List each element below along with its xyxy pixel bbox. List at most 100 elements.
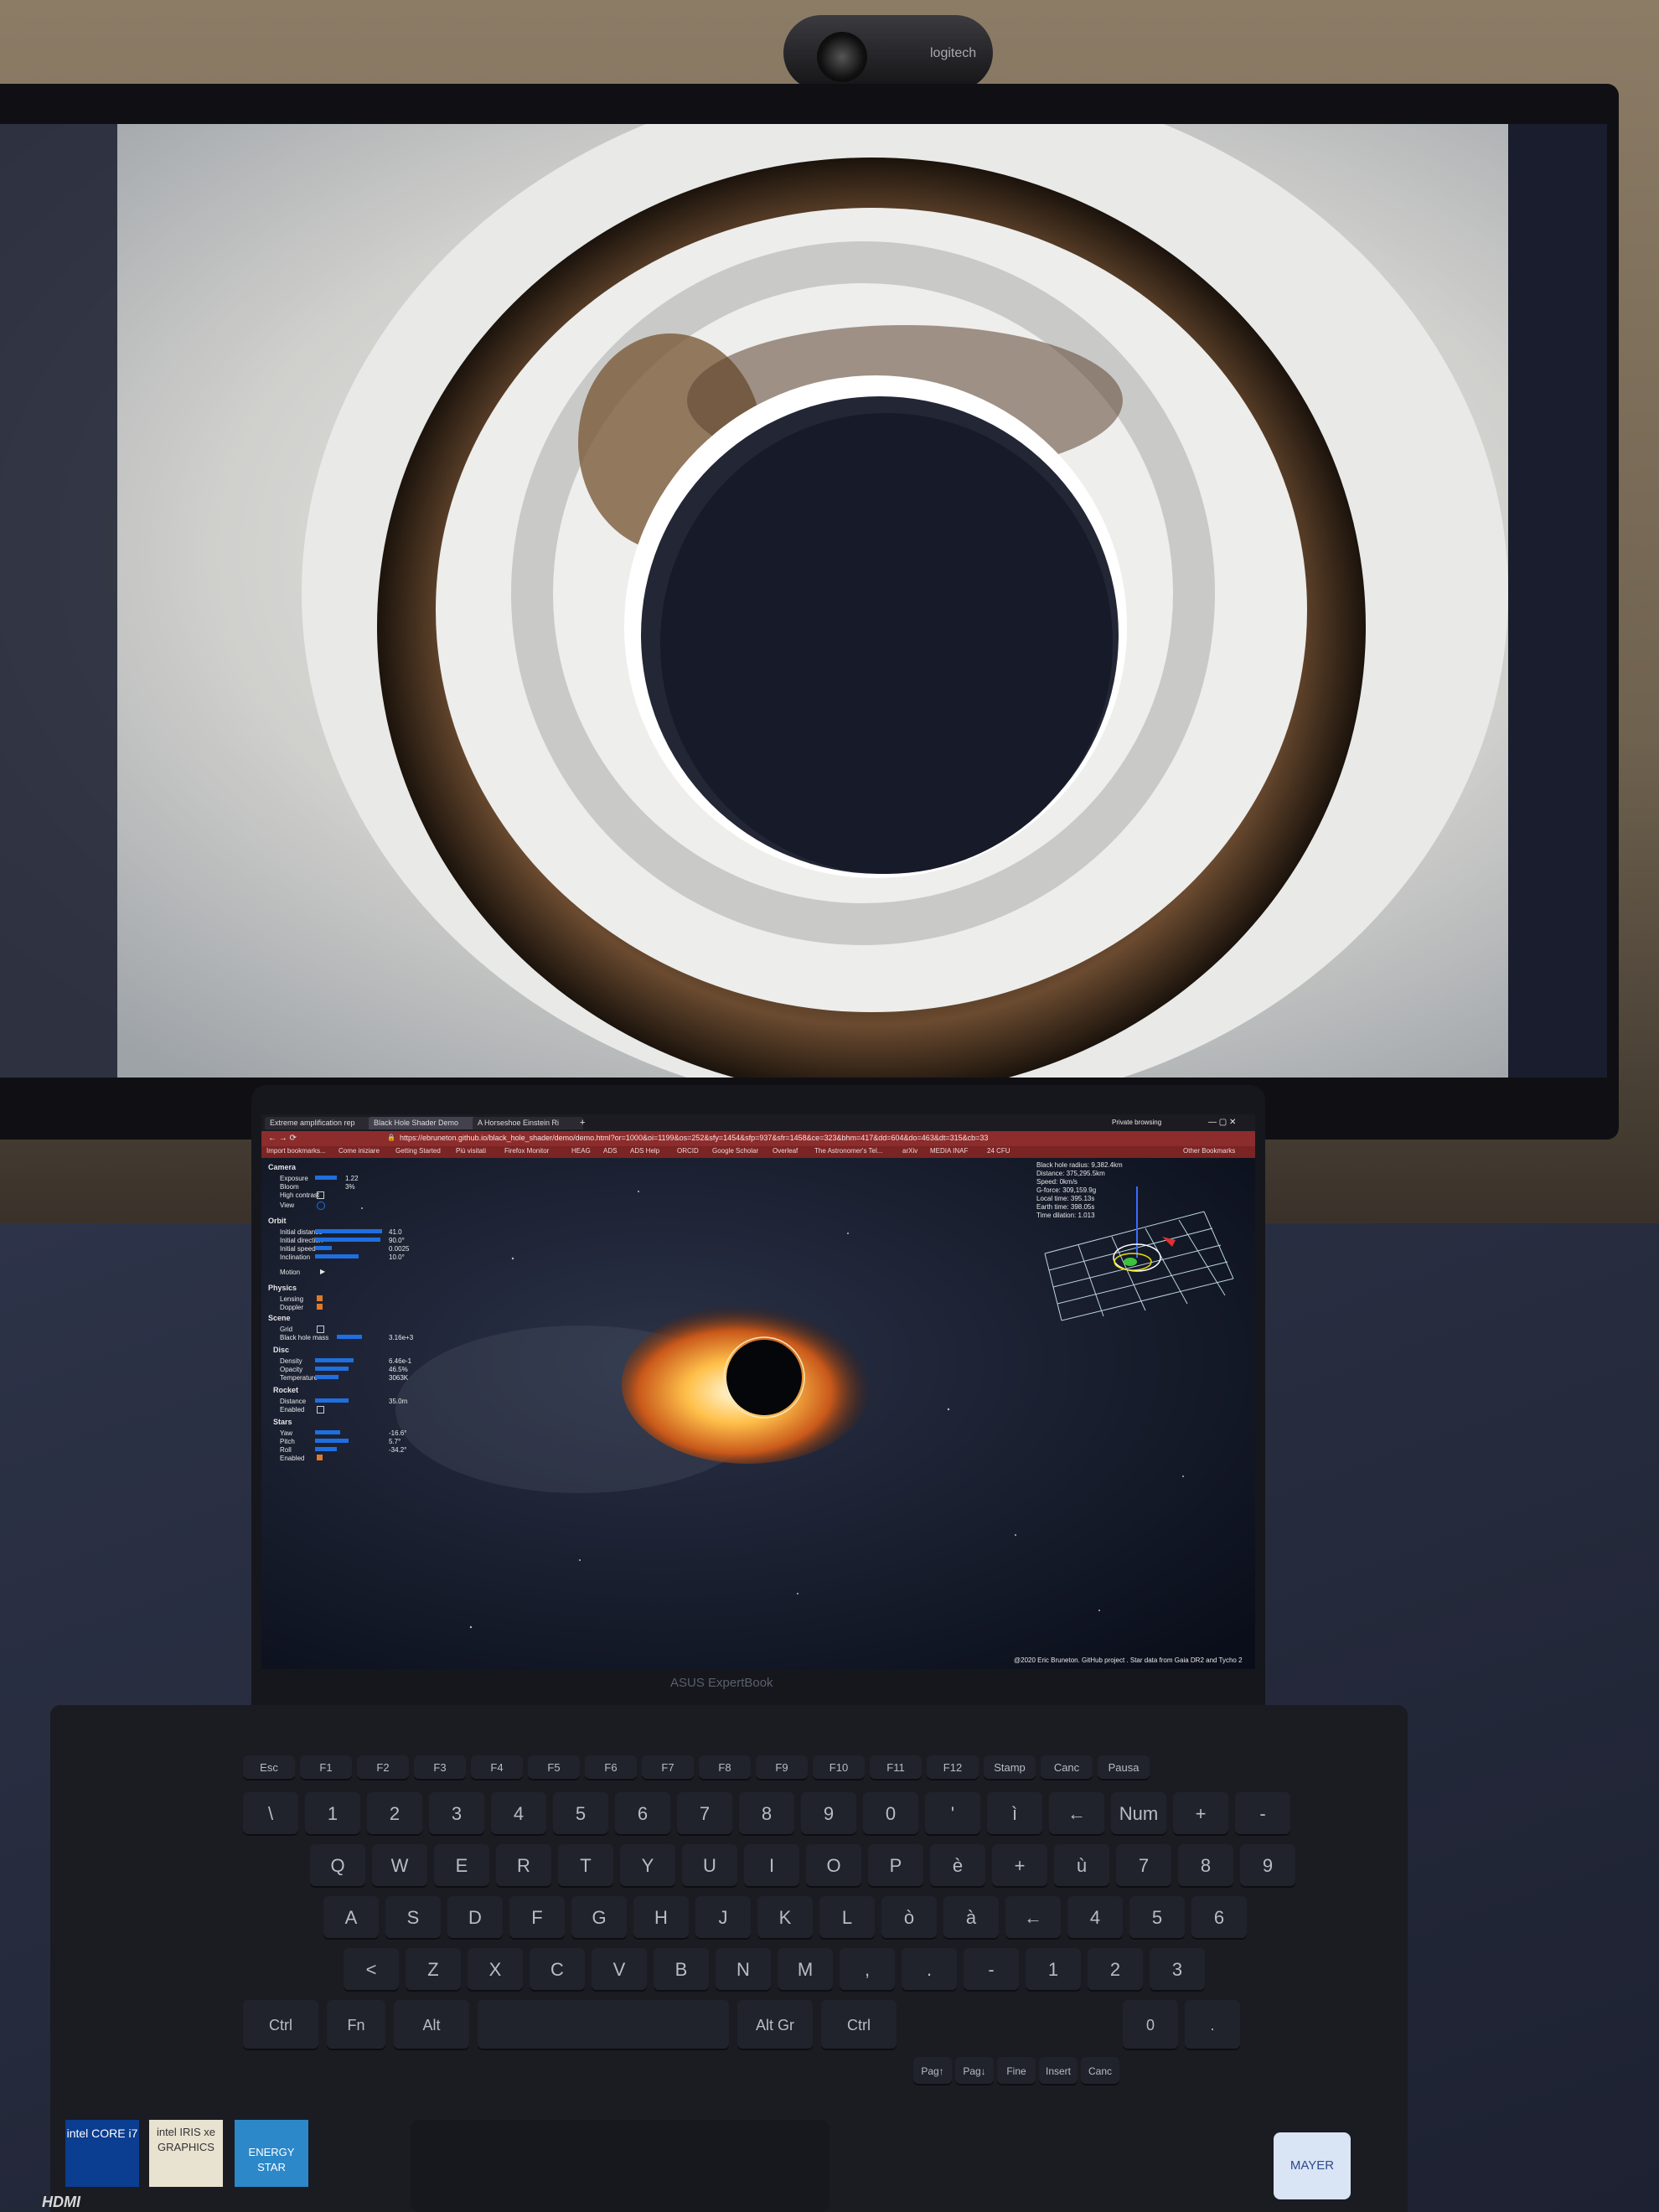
key[interactable]: V xyxy=(592,1948,647,1992)
other-bookmarks[interactable]: Other Bookmarks xyxy=(1183,1147,1235,1155)
bookmark-item[interactable]: Getting Started xyxy=(395,1147,441,1155)
key[interactable]: . xyxy=(1185,2000,1240,2050)
key[interactable]: Q xyxy=(310,1844,365,1888)
key[interactable]: 8 xyxy=(1178,1844,1233,1888)
key[interactable]: W xyxy=(372,1844,427,1888)
key[interactable]: F8 xyxy=(699,1755,751,1780)
bookmark-item[interactable]: Firefox Monitor xyxy=(504,1147,549,1155)
stars-section-title[interactable]: Stars xyxy=(273,1418,292,1426)
key[interactable]: Pausa xyxy=(1098,1755,1150,1780)
exposure-slider[interactable] xyxy=(315,1176,337,1180)
camera-section-title[interactable]: Camera xyxy=(268,1163,296,1171)
key[interactable]: ← xyxy=(1005,1896,1061,1940)
key[interactable]: - xyxy=(1235,1792,1290,1836)
nav-key[interactable]: Fine xyxy=(997,2057,1036,2085)
key[interactable]: N xyxy=(716,1948,771,1992)
bookmark-item[interactable]: Overleaf xyxy=(773,1147,798,1155)
touchpad[interactable] xyxy=(411,2120,830,2212)
key[interactable]: à xyxy=(943,1896,999,1940)
key[interactable]: M xyxy=(778,1948,833,1992)
orbit-section-title[interactable]: Orbit xyxy=(268,1217,287,1225)
key[interactable]: Alt Gr xyxy=(737,2000,813,2050)
temperature-slider[interactable] xyxy=(315,1375,339,1379)
key[interactable]: F3 xyxy=(414,1755,466,1780)
roll-slider[interactable] xyxy=(315,1447,337,1451)
key[interactable]: Canc xyxy=(1041,1755,1093,1780)
rocket-enabled-checkbox[interactable] xyxy=(317,1406,324,1414)
physics-section-title[interactable]: Physics xyxy=(268,1284,297,1292)
yaw-slider[interactable] xyxy=(315,1430,340,1434)
key[interactable]: ì xyxy=(987,1792,1042,1836)
key[interactable]: F xyxy=(509,1896,565,1940)
lensing-checkbox[interactable] xyxy=(317,1295,323,1301)
key[interactable]: Z xyxy=(406,1948,461,1992)
key[interactable]: E xyxy=(434,1844,489,1888)
initial-speed-slider[interactable] xyxy=(315,1246,332,1250)
bookmark-item[interactable]: Import bookmarks... xyxy=(266,1147,326,1155)
key[interactable]: Num Lk xyxy=(1111,1792,1166,1868)
key[interactable]: F7 xyxy=(642,1755,694,1780)
key[interactable]: ù xyxy=(1054,1844,1109,1888)
grid-checkbox[interactable] xyxy=(317,1326,324,1333)
key[interactable]: S xyxy=(385,1896,441,1940)
nav-key[interactable]: Insert xyxy=(1039,2057,1078,2085)
key[interactable]: F4 xyxy=(471,1755,523,1780)
key[interactable]: F11 xyxy=(870,1755,922,1780)
tab-horseshoe-einstein[interactable]: A Horseshoe Einstein Ri xyxy=(473,1117,583,1129)
key[interactable]: 4 xyxy=(491,1792,546,1836)
high-contrast-checkbox[interactable] xyxy=(317,1191,324,1199)
key[interactable]: 2 xyxy=(367,1792,422,1836)
key[interactable]: , xyxy=(840,1948,895,1992)
key[interactable]: 5 xyxy=(553,1792,608,1836)
tab-black-hole-shader[interactable]: Black Hole Shader Demo xyxy=(369,1117,479,1129)
bookmark-item[interactable]: ADS xyxy=(603,1147,617,1155)
bookmark-item[interactable]: arXiv xyxy=(902,1147,917,1155)
key[interactable]: 8 xyxy=(739,1792,794,1836)
key[interactable]: F10 xyxy=(813,1755,865,1780)
key[interactable]: ò xyxy=(881,1896,937,1940)
key[interactable]: Stamp xyxy=(984,1755,1036,1780)
key[interactable]: C xyxy=(530,1948,585,1992)
bookmark-item[interactable]: HEAG xyxy=(571,1147,591,1155)
key[interactable]: 1 xyxy=(1026,1948,1081,1992)
nav-key[interactable]: Canc xyxy=(1081,2057,1119,2085)
window-controls-icon[interactable]: — ▢ ✕ xyxy=(1208,1118,1236,1127)
key[interactable]: . xyxy=(902,1948,957,1992)
key[interactable]: Ctrl xyxy=(243,2000,318,2050)
scene-section-title[interactable]: Scene xyxy=(268,1314,291,1322)
key[interactable]: O xyxy=(806,1844,861,1888)
key[interactable]: B xyxy=(654,1948,709,1992)
key[interactable]: Esc xyxy=(243,1755,295,1780)
key[interactable]: Ctrl xyxy=(821,2000,897,2050)
stars-enabled-checkbox[interactable] xyxy=(317,1455,323,1460)
key[interactable]: Alt xyxy=(394,2000,469,2050)
key[interactable]: T xyxy=(558,1844,613,1888)
key[interactable]: P xyxy=(868,1844,923,1888)
key[interactable]: + xyxy=(992,1844,1047,1888)
key[interactable]: K xyxy=(757,1896,813,1940)
key[interactable]: + xyxy=(1173,1792,1228,1836)
tab-extreme-amplification[interactable]: Extreme amplification rep xyxy=(265,1117,375,1129)
doppler-checkbox[interactable] xyxy=(317,1304,323,1310)
key[interactable]: D xyxy=(447,1896,503,1940)
key[interactable]: 0 xyxy=(863,1792,918,1836)
key[interactable]: F5 xyxy=(528,1755,580,1780)
key[interactable]: \ xyxy=(243,1792,298,1836)
nav-key[interactable]: Pag↓ xyxy=(955,2057,994,2085)
key[interactable]: L xyxy=(819,1896,875,1940)
disc-section-title[interactable]: Disc xyxy=(273,1346,289,1354)
key[interactable]: F6 xyxy=(585,1755,637,1780)
key[interactable]: 5 xyxy=(1129,1896,1185,1940)
key[interactable]: è xyxy=(930,1844,985,1888)
key[interactable]: 4 xyxy=(1067,1896,1123,1940)
bookmark-item[interactable]: The Astronomer's Tel... xyxy=(814,1147,882,1155)
key[interactable]: Y xyxy=(620,1844,675,1888)
key[interactable]: F9 xyxy=(756,1755,808,1780)
opacity-slider[interactable] xyxy=(315,1367,349,1371)
key[interactable]: 6 xyxy=(1191,1896,1247,1940)
bookmark-item[interactable]: ORCID xyxy=(677,1147,699,1155)
bookmark-item[interactable]: Più visitati xyxy=(456,1147,486,1155)
key[interactable]: ' xyxy=(925,1792,980,1836)
key[interactable]: ← xyxy=(1049,1792,1104,1836)
key[interactable]: 9 xyxy=(1240,1844,1295,1888)
